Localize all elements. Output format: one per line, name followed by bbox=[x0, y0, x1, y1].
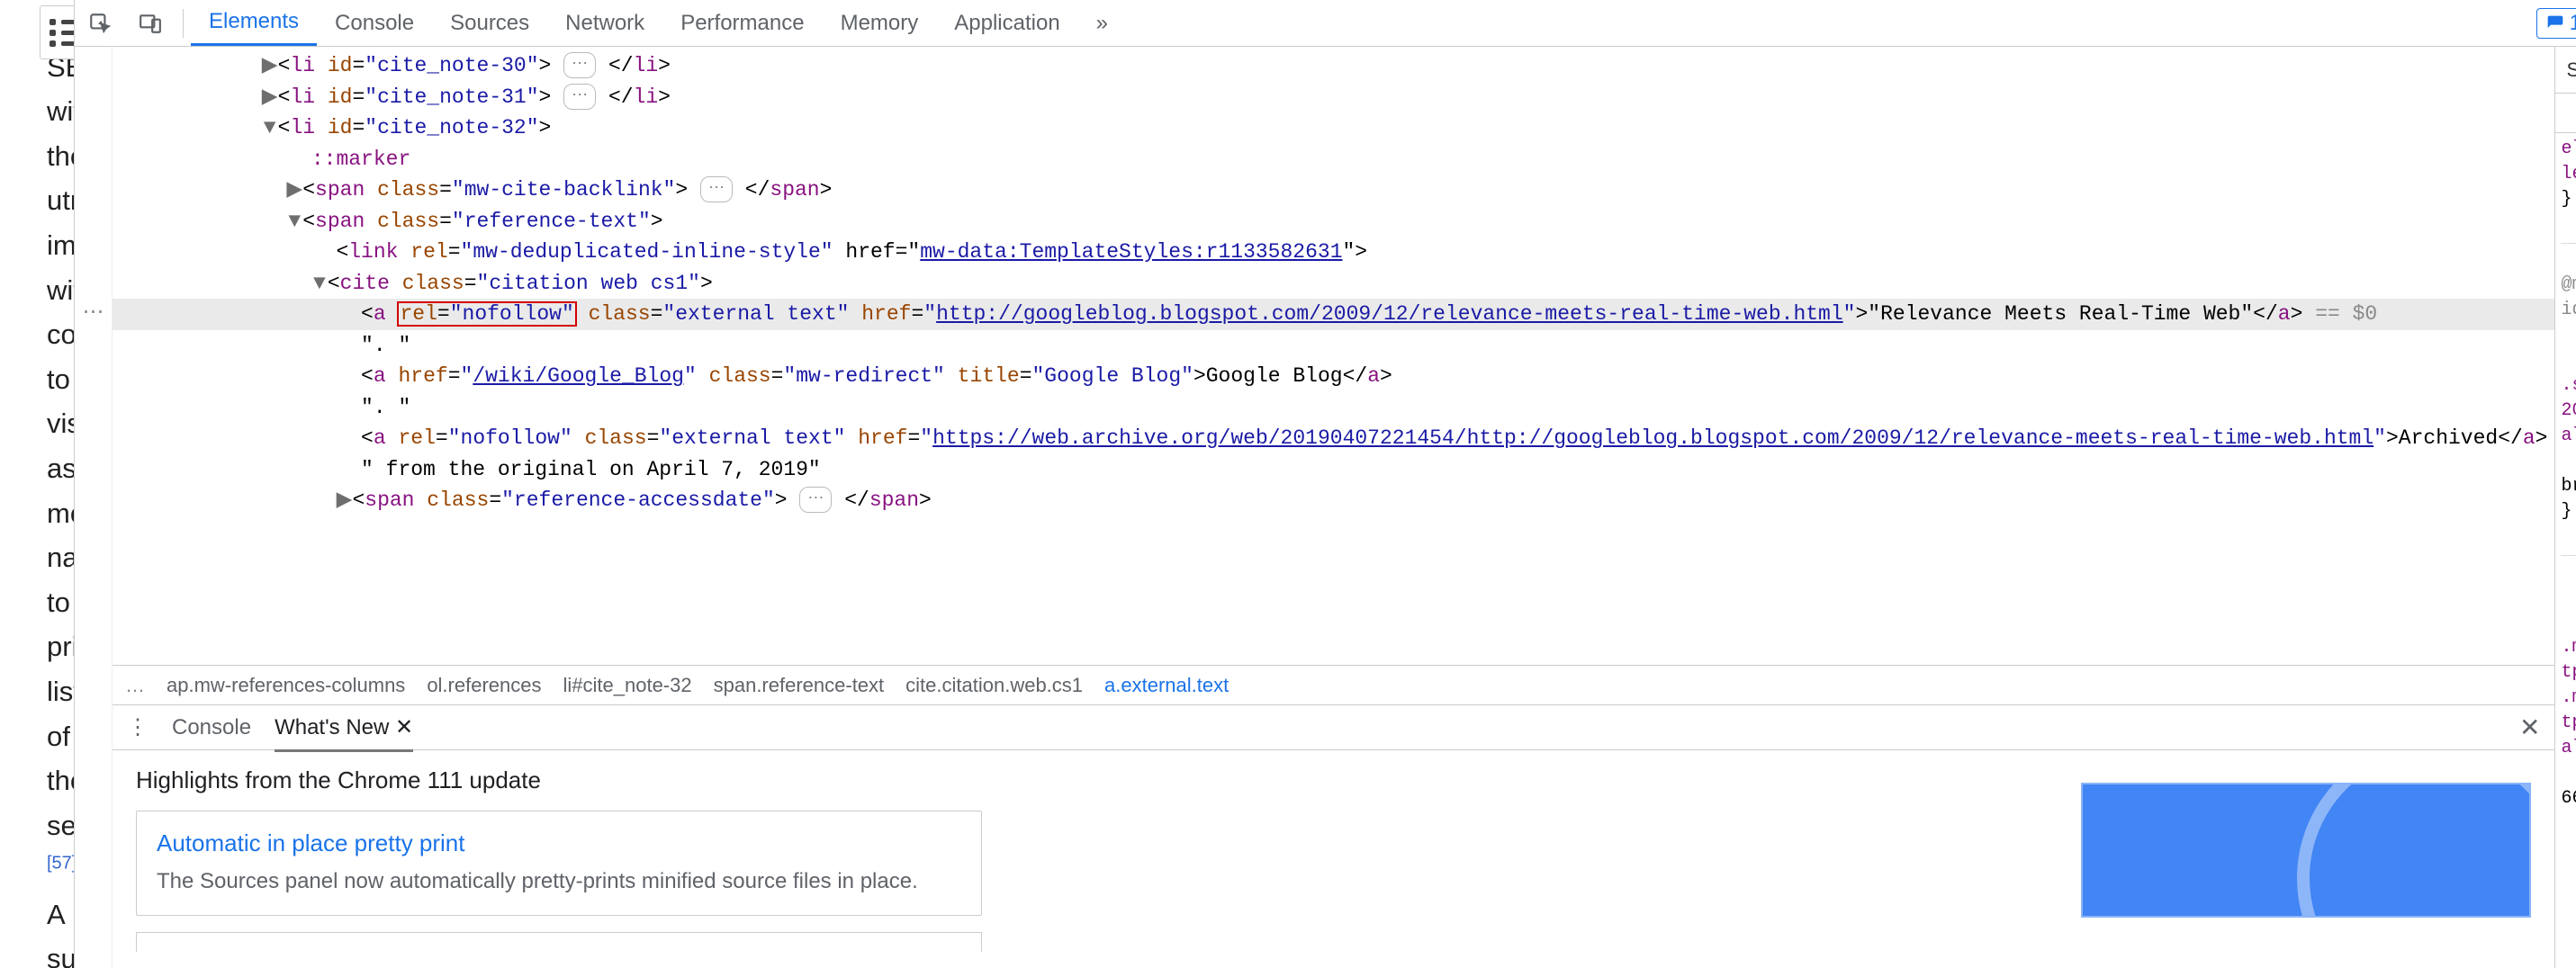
tab-sources[interactable]: Sources bbox=[432, 0, 547, 46]
crumb-item[interactable]: li#cite_note-32 bbox=[563, 674, 692, 697]
close-icon[interactable]: ✕ bbox=[395, 715, 413, 739]
crumb-more[interactable]: … bbox=[125, 674, 145, 697]
breadcrumb[interactable]: … ap.mw-references-columns ol.references… bbox=[113, 665, 2554, 704]
drawer: ⋮ Console What's New ✕ ✕ Highlights from… bbox=[113, 704, 2554, 968]
kebab-icon[interactable]: ⋮ bbox=[127, 714, 149, 740]
tab-console[interactable]: Console bbox=[317, 0, 432, 46]
devtools-panel: Elements Console Sources Network Perform… bbox=[74, 0, 2576, 968]
devtools-tabs: Elements Console Sources Network Perform… bbox=[191, 0, 1126, 46]
inspect-icon[interactable] bbox=[84, 7, 116, 40]
drawer-tab-console[interactable]: Console bbox=[172, 715, 251, 740]
whatsnew-headline: Highlights from the Chrome 111 update bbox=[136, 766, 2045, 794]
tab-application[interactable]: Application bbox=[936, 0, 1077, 46]
crumb-item[interactable]: cite.citation.web.cs1 bbox=[905, 674, 1083, 697]
tab-more[interactable]: » bbox=[1078, 0, 1126, 46]
close-icon[interactable]: ✕ bbox=[2519, 713, 2540, 742]
devtools-toolbar: Elements Console Sources Network Perform… bbox=[75, 0, 2576, 47]
crumb-item[interactable]: ap.mw-references-columns bbox=[167, 674, 405, 697]
card-body: The Sources panel now automatically pret… bbox=[157, 866, 961, 897]
drawer-tabs: ⋮ Console What's New ✕ ✕ bbox=[113, 705, 2554, 750]
styles-body[interactable]: element.sty le { } @media (max-width: 71… bbox=[2555, 133, 2576, 968]
card-title: Automatic in place pretty print bbox=[157, 829, 961, 857]
drawer-tab-whatsnew[interactable]: What's New ✕ bbox=[275, 714, 413, 752]
styles-tab[interactable]: Styles bbox=[2566, 58, 2576, 82]
dom-gutter: ⋯ bbox=[75, 47, 113, 968]
device-toggle-icon[interactable] bbox=[134, 7, 167, 40]
ref-57[interactable]: [57] bbox=[47, 854, 74, 874]
tab-network[interactable]: Network bbox=[547, 0, 662, 46]
tab-memory[interactable]: Memory bbox=[823, 0, 937, 46]
crumb-item[interactable]: span.reference-text bbox=[714, 674, 885, 697]
tab-elements[interactable]: Elements bbox=[191, 0, 317, 46]
dom-tree[interactable]: ▶<li id="cite_note-30"> ⋯ </li> ▶<li id=… bbox=[113, 47, 2554, 665]
crumb-item[interactable]: ol.references bbox=[427, 674, 541, 697]
dom-panel: ▶<li id="cite_note-30"> ⋯ </li> ▶<li id=… bbox=[113, 47, 2554, 968]
tab-performance[interactable]: Performance bbox=[662, 0, 822, 46]
whatsnew-card[interactable]: Automatic in place pretty print The Sour… bbox=[136, 811, 982, 916]
issues-badge[interactable]: 1 bbox=[2536, 8, 2576, 39]
styles-sidebar: Styles » :hov .cls - element.sty le { } … bbox=[2554, 47, 2576, 968]
promo-image bbox=[2081, 783, 2531, 918]
article-pane: regard SEM with the utmost importance wi… bbox=[0, 0, 74, 968]
toc-toggle-icon[interactable] bbox=[40, 5, 74, 59]
crumb-selected[interactable]: a.external.text bbox=[1104, 674, 1229, 697]
